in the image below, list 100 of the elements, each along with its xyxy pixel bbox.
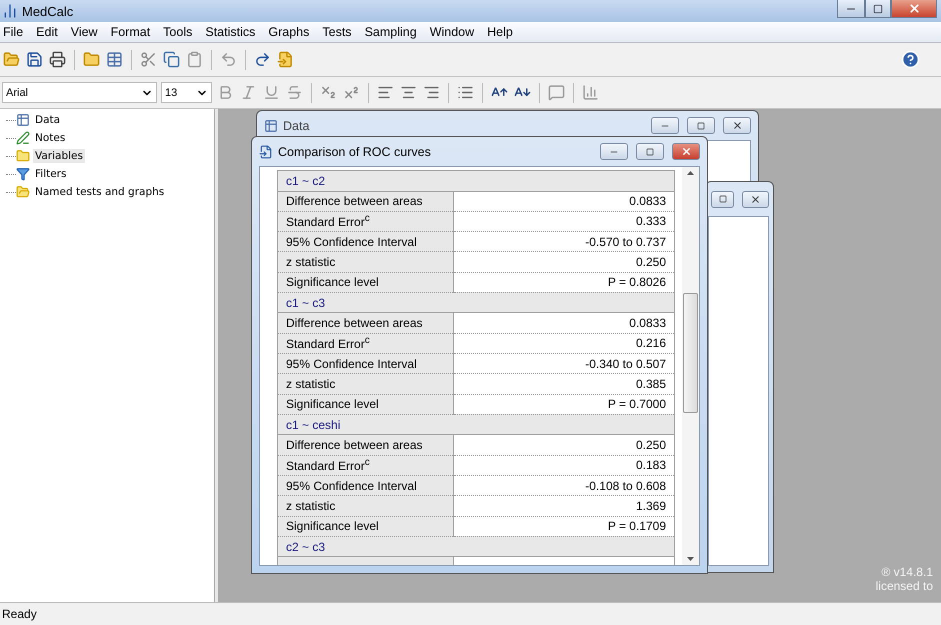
scrollbar[interactable] — [682, 167, 699, 565]
new-folder-icon[interactable] — [82, 50, 101, 69]
folder-icon — [16, 149, 30, 163]
document-icon — [259, 144, 273, 158]
menu-item[interactable]: View — [68, 25, 104, 39]
table-cell: z statistic — [278, 374, 454, 394]
font-dropdown[interactable]: Arial — [2, 82, 157, 103]
table-cell: z statistic — [278, 252, 454, 272]
tree-item[interactable]: Filters — [33, 167, 68, 181]
table-cell: Standard Error$^{c}$ — [278, 211, 454, 232]
table-icon[interactable] — [105, 50, 124, 69]
undo-icon[interactable] — [219, 50, 238, 69]
scissors-icon[interactable] — [139, 50, 158, 69]
close-icon — [732, 120, 742, 131]
menu-item[interactable]: Tests — [319, 25, 358, 39]
version-text: licensed to — [876, 579, 933, 593]
version-text: ® v14.8.1 — [881, 565, 933, 579]
table-cell: 0.385 — [454, 374, 674, 394]
table-cell: 95% Confidence Interval — [278, 476, 454, 496]
section-heading: c1 ~ c3 — [278, 292, 674, 313]
menu-item[interactable]: Tools — [160, 25, 198, 39]
table-cell: 0.250 — [454, 434, 674, 456]
folder-icon — [16, 185, 30, 199]
minimize-button[interactable] — [651, 117, 679, 134]
table-cell: Significance level — [278, 394, 454, 414]
tree-item[interactable]: Named tests and graphs — [33, 185, 166, 199]
table-cell: 0.333 — [454, 211, 674, 232]
scroll-up-icon[interactable] — [687, 171, 694, 175]
close-icon — [680, 146, 692, 157]
table-cell: 1.369 — [454, 496, 674, 516]
help-icon[interactable] — [900, 49, 921, 70]
table-cell: -0.108 to 0.608 — [454, 476, 674, 496]
font-size-dropdown[interactable]: 13 — [161, 82, 212, 103]
save-icon[interactable] — [25, 50, 44, 69]
menu-item[interactable]: Graphs — [265, 25, 316, 39]
menu-item[interactable]: Window — [426, 25, 480, 39]
section-heading: c2 ~ c3 — [278, 536, 674, 557]
table-cell: 95% Confidence Interval — [278, 232, 454, 252]
filter-icon — [16, 167, 30, 181]
menu-item[interactable]: Help — [484, 25, 519, 39]
maximize-button[interactable] — [865, 0, 891, 18]
copy-icon[interactable] — [162, 50, 181, 69]
table-cell: 0.250 — [454, 252, 674, 272]
close-button[interactable] — [672, 143, 700, 160]
table-icon — [16, 113, 30, 127]
table-cell: -0.340 to 0.507 — [454, 354, 674, 374]
tree-item[interactable]: Data — [33, 113, 62, 127]
table-cell: 0.183 — [454, 455, 674, 476]
minimize-button[interactable] — [837, 0, 865, 18]
section-heading: c1 ~ c2 — [278, 170, 674, 191]
menu-item[interactable]: File — [0, 25, 30, 39]
scroll-down-icon[interactable] — [687, 557, 694, 561]
close-button[interactable] — [891, 0, 937, 18]
maximize-icon — [697, 122, 705, 130]
tree-item[interactable]: Variables — [33, 149, 85, 163]
menu-item[interactable]: Sampling — [362, 25, 423, 39]
table-cell: Difference between areas — [278, 434, 454, 456]
table-cell: z statistic — [278, 496, 454, 516]
maximize-icon — [718, 195, 727, 203]
status-text: Ready — [2, 607, 37, 621]
chart-icon[interactable] — [581, 83, 600, 102]
close-button[interactable] — [742, 190, 769, 208]
underline-icon[interactable] — [262, 83, 281, 102]
table-cell: Difference between areas — [278, 312, 454, 334]
window-title: MedCalc — [22, 4, 74, 18]
printer-icon[interactable] — [48, 50, 67, 69]
pencil-icon — [16, 131, 30, 145]
maximize-icon — [873, 4, 883, 14]
table-cell: Significance level — [278, 272, 454, 292]
table-cell: Standard Error$^{c}$ — [278, 455, 454, 476]
close-icon — [908, 2, 920, 15]
table-cell: 0.0833 — [454, 312, 674, 334]
menu-item[interactable]: Statistics — [202, 25, 262, 39]
table-cell: 95% Confidence Interval — [278, 354, 454, 374]
table-cell: Significance level — [278, 516, 454, 536]
menu-item[interactable]: Edit — [33, 25, 64, 39]
maximize-button[interactable] — [636, 143, 664, 160]
section-heading: c1 ~ ceshi — [278, 414, 674, 435]
app-icon — [2, 3, 18, 19]
comment-icon[interactable] — [547, 83, 566, 102]
clipboard-icon[interactable] — [185, 50, 204, 69]
menu-item[interactable]: Format — [108, 25, 156, 39]
table-cell: 0.216 — [454, 333, 674, 354]
table-cell: Standard Error$^{c}$ — [278, 333, 454, 354]
table-icon — [264, 118, 278, 132]
minimize-button[interactable] — [600, 143, 628, 160]
scroll-thumb[interactable] — [683, 293, 698, 413]
table-cell: -0.570 to 0.737 — [454, 232, 674, 252]
close-icon — [750, 194, 762, 204]
maximize-button[interactable] — [687, 117, 715, 134]
maximize-icon — [646, 148, 654, 156]
table-cell: 0.0833 — [454, 191, 674, 212]
strikethrough-icon[interactable] — [285, 83, 304, 102]
tree-item[interactable]: Notes — [33, 131, 68, 145]
window-title: Comparison of ROC curves — [278, 144, 432, 158]
redo-icon[interactable] — [253, 50, 272, 69]
window-title: Data — [283, 118, 310, 132]
maximize-button[interactable] — [711, 190, 734, 208]
table-cell: Difference between areas — [278, 191, 454, 212]
close-button[interactable] — [723, 117, 751, 134]
